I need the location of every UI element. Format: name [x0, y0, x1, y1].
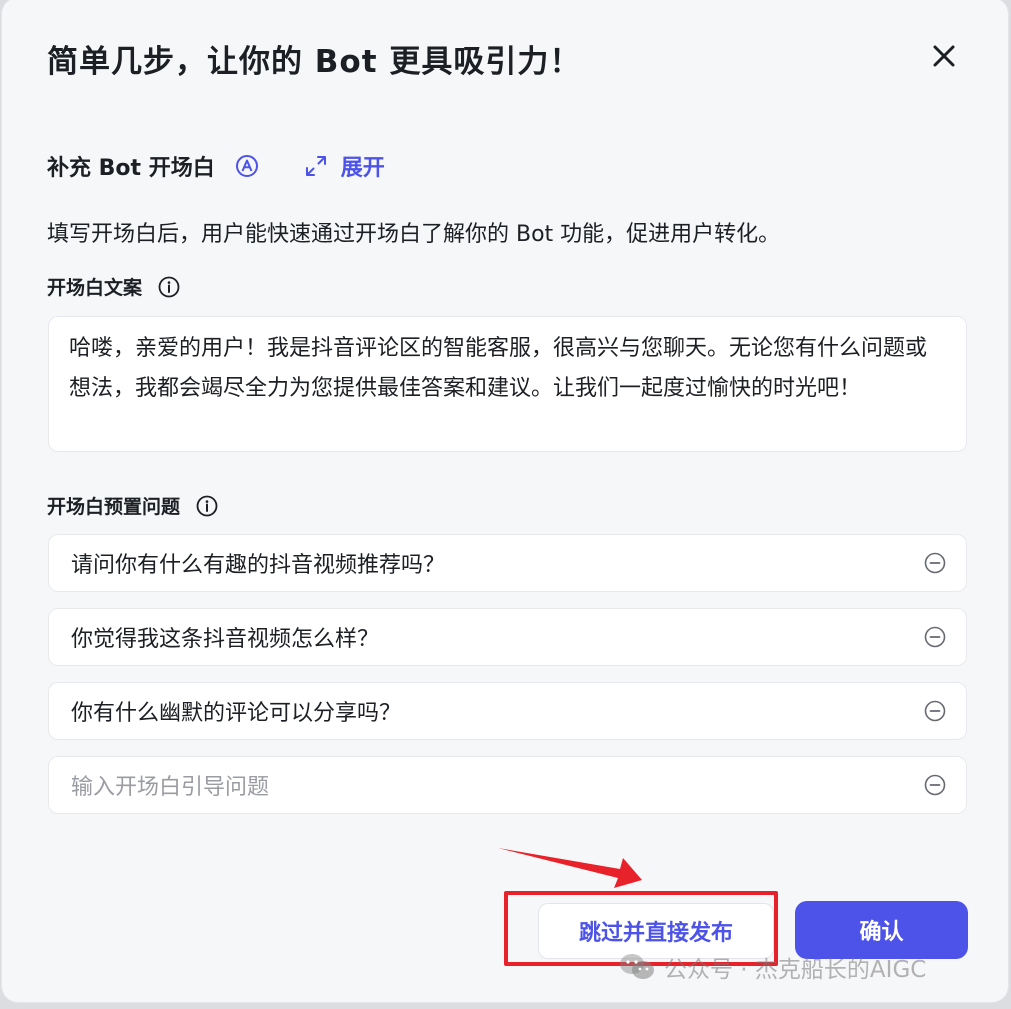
remove-circle-icon[interactable]: [924, 552, 946, 574]
remove-circle-icon[interactable]: [924, 626, 946, 648]
preset-question-text: 你有什么幽默的评论可以分享吗？: [71, 701, 402, 726]
watermark: 公众号 · 杰克船长的AIGC: [618, 950, 926, 984]
close-button[interactable]: [926, 38, 962, 74]
wechat-icon: [618, 952, 656, 982]
expand-arrows-icon: [305, 156, 326, 176]
auto-generate-icon[interactable]: [235, 154, 259, 178]
preset-question-item[interactable]: 请问你有什么有趣的抖音视频推荐吗？: [48, 534, 967, 592]
preset-question-item[interactable]: 你有什么幽默的评论可以分享吗？: [48, 682, 967, 740]
opening-text-label: 开场白文案: [47, 273, 180, 300]
bot-setup-dialog: 简单几步，让你的 Bot 更具吸引力！ 补充 Bot 开场白 展开 填写开场白后…: [2, 0, 1008, 1002]
annotation-arrow-icon: [498, 848, 642, 888]
preset-question-text: 你觉得我这条抖音视频怎么样？: [71, 627, 380, 652]
section-title: 补充 Bot 开场白: [47, 156, 215, 181]
preset-question-input[interactable]: 输入开场白引导问题: [48, 756, 967, 814]
info-icon[interactable]: [158, 276, 180, 298]
watermark-text: 公众号 · 杰克船长的AIGC: [664, 957, 927, 983]
section-description: 填写开场白后，用户能快速通过开场白了解你的 Bot 功能，促进用户转化。: [47, 222, 781, 247]
info-icon[interactable]: [196, 495, 218, 517]
close-icon: [933, 45, 955, 67]
expand-button[interactable]: 展开: [305, 150, 385, 182]
section-header: 补充 Bot 开场白 展开: [47, 148, 385, 184]
opening-text-area[interactable]: 哈喽，亲爱的用户！我是抖音评论区的智能客服，很高兴与您聊天。无论您有什么问题或想…: [48, 316, 967, 452]
preset-questions-label: 开场白预置问题: [47, 492, 218, 519]
question-input-placeholder[interactable]: 输入开场白引导问题: [71, 769, 924, 801]
expand-label: 展开: [340, 156, 385, 181]
dialog-title: 简单几步，让你的 Bot 更具吸引力！: [47, 44, 582, 80]
preset-question-text: 请问你有什么有趣的抖音视频推荐吗？: [71, 553, 446, 578]
remove-circle-icon[interactable]: [924, 700, 946, 722]
remove-circle-icon[interactable]: [924, 774, 946, 796]
opening-text-label-text: 开场白文案: [47, 277, 143, 299]
preset-questions-label-text: 开场白预置问题: [47, 496, 181, 518]
preset-question-item[interactable]: 你觉得我这条抖音视频怎么样？: [48, 608, 967, 666]
